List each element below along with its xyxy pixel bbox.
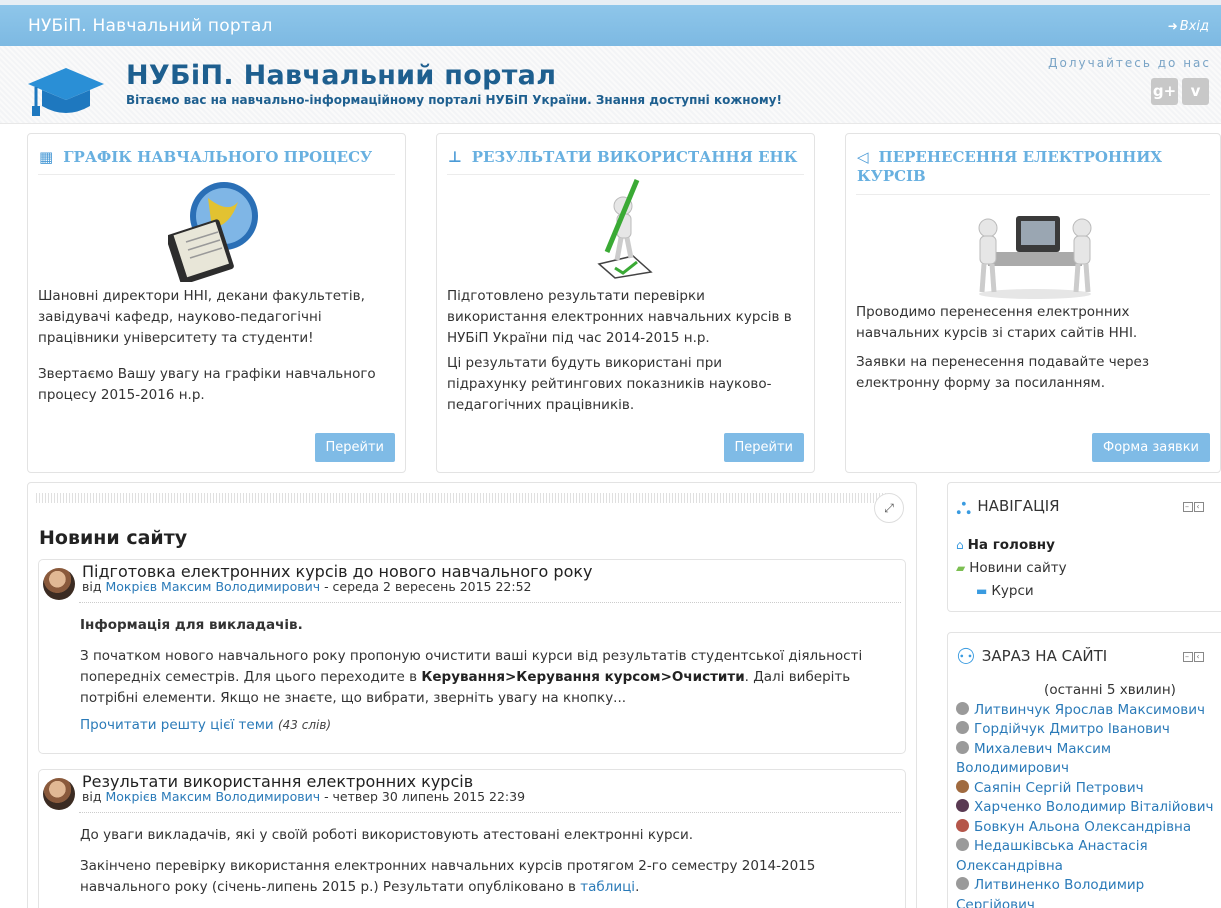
divider [447,174,804,175]
course-transfer-card-title[interactable]: ◁ ПЕРЕНЕСЕННЯ ЕЛЕКТРОННИХ КУРСІВ [857,148,1187,186]
graduation-cap-icon[interactable] [26,62,106,122]
online-user[interactable]: Литвинчук Ярослав Максимович [956,701,1221,721]
request-form-button[interactable]: Форма заявки [1092,433,1210,462]
site-title[interactable]: НУБіП. Навчальний портал [126,60,556,91]
user-avatar-icon [956,818,969,832]
user-avatar-icon [956,799,969,812]
block-controls: – ‹ [1182,501,1204,512]
figure-with-pen-image [597,179,653,279]
user-avatar-icon [956,721,969,734]
online-user[interactable]: Саяпін Сергій Петрович [956,779,1221,799]
users-icon: ⚇ [956,645,976,670]
enk-results-card: ⊥ РЕЗУЛЬТАТИ ВИКОРИСТАННЯ ЕНК Підготовлен… [436,133,815,473]
schedule-card-text-2: Звертаємо Вашу увагу на графіки навчальн… [38,366,376,403]
user-avatar-icon [956,779,969,793]
site-news-block: ⤢ Новини сайту Підготовка електронних ку… [27,482,917,908]
post-body: До уваги викладачів, які у своїй роботі … [80,827,694,843]
comments-icon: ▰ [956,561,966,575]
join-us-label: Долучайтесь до нас [1048,56,1211,70]
block-drag-handle[interactable] [36,493,886,503]
post-body: Закінчено перевірку використання електро… [80,858,816,895]
schedule-card: ▦ ГРАФІК НАВЧАЛЬНОГО ПРОЦЕСУ Шановні дире… [27,133,406,473]
online-user[interactable]: Михалевич Максим Володимирович [956,740,1221,779]
post-meta: від Мокрієв Максим Володимирович - четве… [82,789,526,804]
site-subtitle: Вітаємо вас на навчально-інформаційному … [126,93,782,107]
block-controls: – ‹ [1182,651,1204,662]
enk-results-card-title[interactable]: ⊥ РЕЗУЛЬТАТИ ВИКОРИСТАННЯ ЕНК [448,148,797,167]
calendar-icon: ▦ [39,148,54,166]
post-author-link[interactable]: Мокрієв Максим Володимирович [105,789,320,804]
news-post: Підготовка електронних курсів до нового … [38,559,906,754]
online-users-list: (останні 5 хвилин) Литвинчук Ярослав Мак… [956,681,1221,908]
fullscreen-toggle-icon[interactable]: ⤢ [874,493,904,523]
post-author-link[interactable]: Мокрієв Максим Володимирович [105,579,320,594]
user-avatar-icon [956,740,969,754]
schedule-card-title[interactable]: ▦ ГРАФІК НАВЧАЛЬНОГО ПРОЦЕСУ [39,148,372,167]
post-emphasis: Керування>Керування курсом>Очистити [421,669,745,685]
schedule-card-text-1: Шановні директори ННІ, декани факультеті… [38,288,365,346]
megaphone-icon: ◁ [857,148,869,166]
home-icon: ⌂ [956,538,964,552]
post-body: З початком нового навчального року пропо… [80,648,863,706]
table-link[interactable]: таблиці [580,879,635,895]
schedule-go-button[interactable]: Перейти [314,433,395,462]
online-period-note: (останні 5 хвилин) [1044,682,1176,698]
news-heading: Новини сайту [39,527,188,549]
navigation-block: ⛬ НАВІГАЦІЯ – ‹ ⌂ На головну ▰ Новини сайту … [947,482,1221,612]
online-user[interactable]: Бовкун Альона Олександрівна [956,818,1221,838]
post-meta: від Мокрієв Максим Володимирович - серед… [82,579,532,594]
login-icon: ➜ [1167,19,1178,33]
nav-courses[interactable]: ▬ Курси [956,580,1067,603]
nav-site-news[interactable]: ▰ Новини сайту [956,557,1067,580]
top-navbar: НУБіП. Навчальний портал ➜ Вхід [0,0,1221,46]
user-avatar-icon [956,838,969,851]
google-plus-icon[interactable]: g+ [1151,78,1178,105]
post-divider [79,602,901,603]
online-users-heading: ⚇ ЗАРАЗ НА САЙТІ [956,645,1108,670]
post-readmore-row: Прочитати решту цієї теми (43 слів) [80,715,875,736]
enk-results-go-button[interactable]: Перейти [723,433,804,462]
online-user[interactable]: Недашківська Анастасія Олександрівна [956,837,1221,876]
divider [38,174,395,175]
course-transfer-card-text-1: Проводимо перенесення електронних навчал… [856,304,1138,341]
post-lead: Інформація для викладачів. [80,617,303,633]
online-user[interactable]: Харченко Володимир Віталійович [956,798,1221,818]
online-user[interactable]: Литвиненко Володимир Сергійович [956,876,1221,908]
post-divider [79,812,901,813]
site-header: НУБіП. Навчальний портал Вітаємо вас на … [0,46,1221,124]
user-avatar-icon [956,701,969,715]
author-avatar[interactable] [43,568,75,600]
enk-results-card-text-1: Підготовлено результати перевірки викори… [447,288,792,346]
dock-icon[interactable]: – [1183,652,1193,662]
enk-results-card-text-2: Ці результати будуть використані при під… [447,355,772,413]
planner-clock-image [168,182,258,282]
news-post: Результати використання електронних курс… [38,769,906,908]
hide-block-icon[interactable]: ‹ [1194,652,1204,662]
folder-icon: ▬ [976,584,988,598]
course-transfer-card: ◁ ПЕРЕНЕСЕННЯ ЕЛЕКТРОННИХ КУРСІВ Проводим… [845,133,1221,473]
sitemap-icon: ⛬ [956,495,972,520]
user-avatar-icon [956,877,969,890]
navigation-list: ⌂ На головну ▰ Новини сайту ▬ Курси [956,534,1067,603]
online-users-block: ⚇ ЗАРАЗ НА САЙТІ – ‹ (останні 5 хвилин) Ли… [947,632,1221,908]
online-user[interactable]: Гордійчук Дмитро Іванович [956,720,1221,740]
read-more-link[interactable]: Прочитати решту цієї теми [80,717,274,733]
vk-icon[interactable]: v [1182,78,1209,105]
login-link[interactable]: ➜ Вхід [1168,19,1209,34]
navbar-brand[interactable]: НУБіП. Навчальний портал [28,16,273,36]
divider [856,194,1210,195]
navigation-heading: ⛬ НАВІГАЦІЯ [956,495,1060,520]
word-count: (43 слів) [277,718,332,732]
nav-home[interactable]: ⌂ На головну [956,534,1067,557]
movers-computer-image [978,216,1092,299]
course-transfer-card-text-2: Заявки на перенесення подавайте через ел… [856,354,1150,391]
login-label: Вхід [1179,19,1209,34]
author-avatar[interactable] [43,778,75,810]
hide-block-icon[interactable]: ‹ [1194,502,1204,512]
pin-icon: ⊥ [448,148,462,166]
dock-icon[interactable]: – [1183,502,1193,512]
